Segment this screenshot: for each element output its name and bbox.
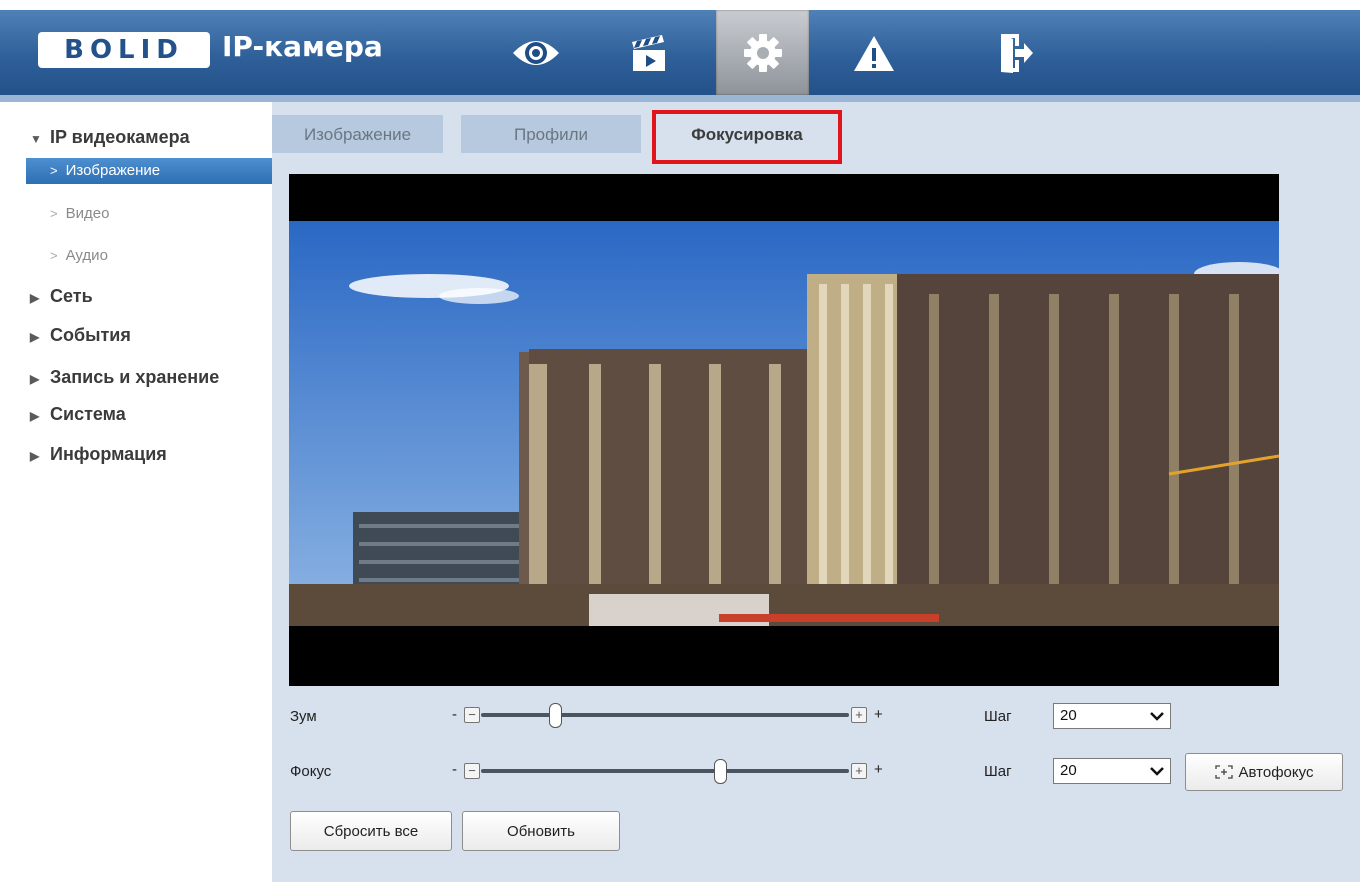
sidebar-section-label: События [50, 325, 131, 345]
chevron-down-icon [1150, 767, 1164, 776]
clapperboard-icon [631, 34, 665, 71]
focus-step-select[interactable]: 20 [1053, 758, 1171, 784]
zoom-minus-sign: - [452, 706, 457, 723]
sidebar-section-label: Запись и хранение [50, 367, 220, 387]
logo: BOLID [38, 32, 210, 68]
focus-slider-track[interactable] [481, 769, 849, 773]
eye-icon [512, 40, 559, 65]
chevron-down-icon [1150, 712, 1164, 721]
triangle-right-icon: ▶ [30, 291, 40, 305]
app-title: IP-камера [222, 30, 383, 63]
tab-highlight-frame [652, 110, 842, 164]
sidebar-item-label: Видео [65, 205, 110, 222]
zoom-plus-sign: + [874, 706, 883, 723]
tab-image[interactable]: Изображение [272, 115, 443, 153]
main-panel: Изображение Профили Фокусировка Зум - − … [272, 102, 1360, 882]
triangle-down-icon: ▼ [30, 132, 42, 146]
zoom-step-select[interactable]: 20 [1053, 703, 1171, 729]
autofocus-button[interactable]: Автофокус [1185, 753, 1343, 791]
autofocus-button-label: Автофокус [1238, 763, 1314, 781]
focus-step-value: 20 [1060, 762, 1077, 779]
focus-plus-sign: + [874, 761, 883, 778]
chevron-right-icon: > [50, 248, 58, 263]
sidebar-section-system[interactable]: ▶ Система [30, 403, 126, 425]
nav-playback[interactable] [602, 10, 695, 95]
focus-label: Фокус [290, 763, 332, 780]
triangle-right-icon: ▶ [30, 372, 40, 386]
chevron-right-icon: > [50, 163, 58, 178]
header-divider [0, 95, 1360, 102]
sidebar-section-events[interactable]: ▶ События [30, 324, 131, 346]
sidebar-item-label: Аудио [65, 247, 108, 264]
sidebar-item-image[interactable]: > Изображение [26, 158, 272, 184]
zoom-step-value: 20 [1060, 707, 1077, 724]
nav-settings[interactable] [716, 10, 809, 95]
nav-logout[interactable] [968, 10, 1061, 95]
focus-near-button[interactable]: − [464, 763, 480, 779]
reset-all-button[interactable]: Сбросить все [290, 811, 452, 851]
sidebar-section-label: IP видеокамера [50, 127, 190, 147]
triangle-right-icon: ▶ [30, 409, 40, 423]
zoom-slider-thumb[interactable] [548, 703, 562, 728]
zoom-label: Зум [290, 708, 317, 725]
refresh-button[interactable]: Обновить [462, 811, 620, 851]
sidebar-item-audio[interactable]: > Аудио [26, 243, 272, 269]
logo-text: BOLID [64, 35, 184, 65]
autofocus-icon [1214, 765, 1233, 779]
sidebar-section-network[interactable]: ▶ Сеть [30, 285, 93, 307]
gear-icon [743, 33, 782, 72]
focus-minus-sign: - [452, 761, 457, 778]
sidebar-section-ip-camera[interactable]: ▼ IP видеокамера [30, 126, 190, 148]
sidebar: ▼ IP видеокамера > Изображение > Видео > Ауд… [0, 102, 272, 892]
sidebar-item-video[interactable]: > Видео [26, 201, 272, 227]
zoom-in-button[interactable]: + [851, 707, 867, 723]
triangle-right-icon: ▶ [30, 449, 40, 463]
tab-profiles[interactable]: Профили [461, 115, 641, 153]
triangle-right-icon: ▶ [30, 330, 40, 344]
focus-slider-thumb[interactable] [714, 759, 728, 784]
logout-icon [1000, 33, 1033, 73]
zoom-out-button[interactable]: − [464, 707, 480, 723]
nav-live-view[interactable] [489, 10, 582, 95]
chevron-right-icon: > [50, 206, 58, 221]
sidebar-section-info[interactable]: ▶ Информация [30, 443, 167, 465]
sidebar-section-label: Система [50, 404, 126, 424]
focus-step-label: Шаг [984, 763, 1012, 780]
sidebar-section-label: Информация [50, 444, 167, 464]
zoom-slider-track[interactable] [481, 713, 849, 717]
nav-alarm[interactable] [827, 10, 920, 95]
warning-icon [853, 35, 894, 71]
sidebar-section-storage[interactable]: ▶ Запись и хранение [30, 366, 219, 388]
sidebar-item-label: Изображение [65, 162, 161, 179]
zoom-step-label: Шаг [984, 708, 1012, 725]
focus-far-button[interactable]: + [851, 763, 867, 779]
video-preview[interactable] [289, 174, 1279, 686]
camera-image [289, 174, 1279, 686]
top-header: BOLID IP-камера [0, 10, 1360, 95]
sidebar-section-label: Сеть [50, 286, 93, 306]
